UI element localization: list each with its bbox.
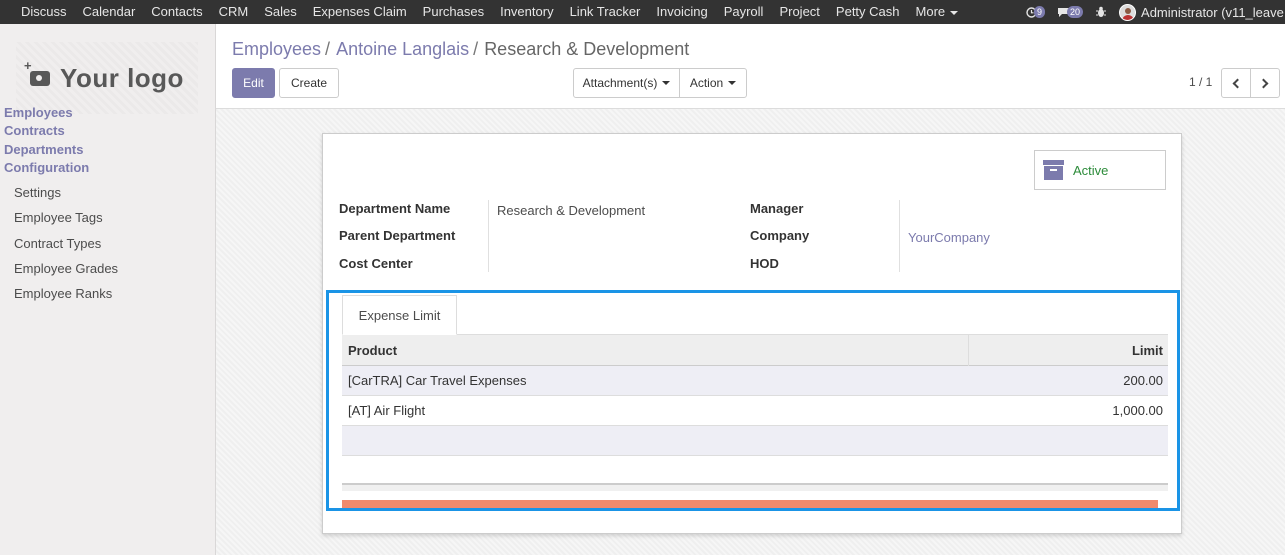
limit-cell: 200.00 <box>1123 373 1163 388</box>
menu-invoicing[interactable]: Invoicing <box>648 0 715 24</box>
menu-project[interactable]: Project <box>771 0 827 24</box>
label-cost-center: Cost Center <box>339 256 413 271</box>
menu-crm[interactable]: CRM <box>211 0 257 24</box>
form-sheet: Active Department Name Parent Department… <box>322 133 1182 534</box>
table-row[interactable]: [CarTRA] Car Travel Expenses 200.00 <box>342 366 1168 396</box>
menu-more-label: More <box>915 4 946 19</box>
debug-button[interactable] <box>1095 6 1107 18</box>
action-dropdown[interactable]: Action <box>679 68 747 98</box>
company-logo[interactable]: Your logo <box>16 42 198 114</box>
company-link[interactable]: YourCompany <box>908 230 990 245</box>
menu-link-tracker[interactable]: Link Tracker <box>562 0 649 24</box>
product-cell: [CarTRA] Car Travel Expenses <box>348 373 527 388</box>
column-header-product[interactable]: Product <box>348 335 397 366</box>
label-manager: Manager <box>750 201 804 216</box>
chevron-left-icon <box>1232 78 1243 88</box>
expense-limit-section: Expense Limit Product Limit [CarTRA] Car… <box>326 290 1180 511</box>
menu-expenses-claim[interactable]: Expenses Claim <box>305 0 415 24</box>
table-row-empty <box>342 426 1168 456</box>
edit-button[interactable]: Edit <box>232 68 275 98</box>
breadcrumb-separator: / <box>325 39 331 59</box>
label-department-name: Department Name <box>339 201 451 216</box>
sidebar-item-settings[interactable]: Settings <box>14 185 61 200</box>
menu-payroll[interactable]: Payroll <box>716 0 772 24</box>
tab-expense-limit[interactable]: Expense Limit <box>342 295 457 335</box>
bug-icon <box>1096 6 1107 17</box>
menu-contacts[interactable]: Contacts <box>143 0 210 24</box>
menu-more[interactable]: More <box>908 0 967 24</box>
sidebar-section-configuration[interactable]: Configuration <box>4 160 89 175</box>
pager-previous-button[interactable] <box>1221 68 1251 98</box>
caret-down-icon <box>662 81 671 85</box>
logo-text: Your logo <box>60 62 184 93</box>
action-label: Action <box>689 76 724 90</box>
active-toggle-button[interactable]: Active <box>1034 150 1166 190</box>
breadcrumb-employees[interactable]: Employees <box>232 39 321 59</box>
chevron-right-icon <box>1258 78 1269 88</box>
sidebar-item-employee-grades[interactable]: Employee Grades <box>14 261 118 276</box>
form-view: Active Department Name Parent Department… <box>216 109 1285 555</box>
attachments-dropdown[interactable]: Attachment(s) <box>573 68 680 98</box>
breadcrumb-current: Research & Development <box>484 39 690 59</box>
label-parent-department: Parent Department <box>339 228 456 243</box>
sidebar-section-employees[interactable]: Employees <box>4 105 73 120</box>
create-button[interactable]: Create <box>279 68 339 98</box>
user-avatar[interactable] <box>1119 3 1137 21</box>
table-header: Product Limit <box>342 335 1168 366</box>
breadcrumb-separator: / <box>473 39 479 59</box>
sidebar-section-contracts[interactable]: Contracts <box>4 123 65 138</box>
top-navbar: Discuss Calendar Contacts CRM Sales Expe… <box>0 0 1285 24</box>
systray: 9 20 Administrator (v11_leave <box>1026 0 1284 24</box>
activity-button[interactable]: 9 <box>1026 6 1046 18</box>
table-row[interactable]: [AT] Air Flight 1,000.00 <box>342 396 1168 426</box>
archive-icon <box>1043 160 1064 180</box>
table-footer <box>342 483 1168 491</box>
message-count-badge: 20 <box>1067 6 1084 18</box>
menu-purchases[interactable]: Purchases <box>415 0 492 24</box>
menu-sales[interactable]: Sales <box>256 0 305 24</box>
main-menu: Discuss Calendar Contacts CRM Sales Expe… <box>0 0 966 24</box>
pager-value[interactable]: 1 / 1 <box>1189 75 1212 89</box>
attachments-label: Attachment(s) <box>582 76 658 90</box>
pager-next-button[interactable] <box>1250 68 1280 98</box>
caret-down-icon <box>950 10 959 15</box>
active-label: Active <box>1073 162 1109 178</box>
field-divider <box>899 200 900 272</box>
menu-petty-cash[interactable]: Petty Cash <box>828 0 908 24</box>
product-cell: [AT] Air Flight <box>348 403 426 418</box>
department-name-value: Research & Development <box>497 203 646 218</box>
menu-calendar[interactable]: Calendar <box>75 0 144 24</box>
column-header-limit[interactable]: Limit <box>1132 335 1163 366</box>
sidebar: Your logo Employees Contracts Department… <box>0 24 216 555</box>
sidebar-item-contract-types[interactable]: Contract Types <box>14 236 101 251</box>
camera-icon <box>24 58 51 86</box>
label-company: Company <box>750 228 810 243</box>
sidebar-item-employee-ranks[interactable]: Employee Ranks <box>14 286 112 301</box>
sidebar-item-employee-tags[interactable]: Employee Tags <box>14 210 103 225</box>
field-divider <box>488 200 489 272</box>
menu-inventory[interactable]: Inventory <box>492 0 561 24</box>
breadcrumb: Employees / Antoine Langlais / Research & De… <box>232 39 689 60</box>
limit-cell: 1,000.00 <box>1112 403 1163 418</box>
activity-count-badge: 9 <box>1034 6 1046 18</box>
breadcrumb-employee[interactable]: Antoine Langlais <box>336 39 469 59</box>
messages-button[interactable]: 20 <box>1057 6 1084 18</box>
control-panel: Employees / Antoine Langlais / Research & De… <box>216 24 1285 109</box>
user-name[interactable]: Administrator (v11_leave <box>1141 5 1284 20</box>
caret-down-icon <box>728 81 737 85</box>
sidebar-section-departments[interactable]: Departments <box>4 142 83 157</box>
column-separator <box>968 335 969 366</box>
horizontal-scrollbar[interactable] <box>342 500 1158 508</box>
menu-discuss[interactable]: Discuss <box>13 0 75 24</box>
label-hod: HOD <box>750 256 779 271</box>
